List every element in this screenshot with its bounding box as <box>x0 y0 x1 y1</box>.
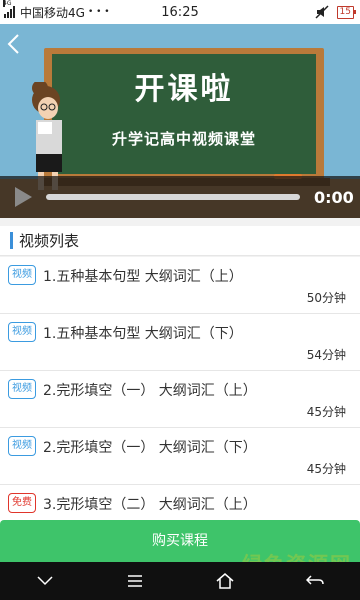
section-accent-bar <box>10 232 13 249</box>
video-progress-bar[interactable] <box>46 194 300 200</box>
nav-home-button[interactable] <box>205 566 245 596</box>
chevron-down-icon <box>37 576 53 586</box>
buy-course-button[interactable]: 购买课程 <box>0 520 360 562</box>
lesson-item[interactable]: 视频 2.完形填空（一） 大纲词汇（下） 45分钟 <box>0 428 360 485</box>
lesson-title: 1.五种基本句型 大纲词汇（上） <box>43 269 243 285</box>
back-arrow-icon[interactable] <box>4 32 24 56</box>
play-icon <box>15 187 32 207</box>
nav-down-button[interactable] <box>25 566 65 596</box>
lesson-duration: 45分钟 <box>306 405 346 419</box>
lesson-title: 2.完形填空（一） 大纲词汇（上） <box>43 383 257 399</box>
nav-menu-button[interactable] <box>115 566 155 596</box>
home-icon <box>216 573 234 589</box>
video-current-time: 0:00 <box>314 187 354 207</box>
lesson-item[interactable]: 视频 2.完形填空（一） 大纲词汇（上） 45分钟 <box>0 371 360 428</box>
video-player[interactable]: 开课啦 升学记高中视频课堂 0:00 <box>0 24 360 218</box>
network-type-label: 4G <box>3 0 12 7</box>
signal-icon: 4G <box>3 0 15 18</box>
lesson-duration: 54分钟 <box>306 348 346 362</box>
blackboard-title: 开课啦 <box>134 72 234 107</box>
section-title: 视频列表 <box>19 232 80 250</box>
status-bar: 4G 中国移动4G • • • 16:25 15 <box>0 0 360 24</box>
lesson-title: 2.完形填空（一） 大纲词汇（下） <box>43 440 257 456</box>
video-controls: 0:00 <box>0 176 360 218</box>
battery-icon: 15 <box>336 5 357 19</box>
menu-icon <box>128 575 142 587</box>
back-icon <box>306 575 324 585</box>
video-badge: 视频 <box>8 379 36 399</box>
lesson-duration: 45分钟 <box>306 462 346 476</box>
play-button[interactable] <box>0 176 46 218</box>
lesson-item[interactable]: 视频 1.五种基本句型 大纲词汇（上） 50分钟 <box>0 257 360 314</box>
free-badge: 免费 <box>8 493 36 513</box>
lesson-title: 3.完形填空（二） 大纲词汇（上） <box>43 497 257 513</box>
video-badge: 视频 <box>8 436 36 456</box>
notification-dots: • • • <box>87 7 110 17</box>
video-badge: 视频 <box>8 265 36 285</box>
lesson-item[interactable]: 视频 1.五种基本句型 大纲词汇（下） 54分钟 <box>0 314 360 371</box>
blackboard-subtitle: 升学记高中视频课堂 <box>111 130 256 148</box>
system-nav-bar <box>0 562 360 600</box>
mute-icon <box>315 5 329 19</box>
lesson-title: 1.五种基本句型 大纲词汇（下） <box>43 326 243 342</box>
nav-back-button[interactable] <box>295 566 335 596</box>
carrier-label: 中国移动4G <box>20 5 85 20</box>
lesson-duration: 50分钟 <box>306 291 346 305</box>
lesson-list: 视频 1.五种基本句型 大纲词汇（上） 50分钟 视频 1.五种基本句型 大纲词… <box>0 257 360 542</box>
video-list-header: 视频列表 <box>0 226 360 256</box>
video-badge: 视频 <box>8 322 36 342</box>
